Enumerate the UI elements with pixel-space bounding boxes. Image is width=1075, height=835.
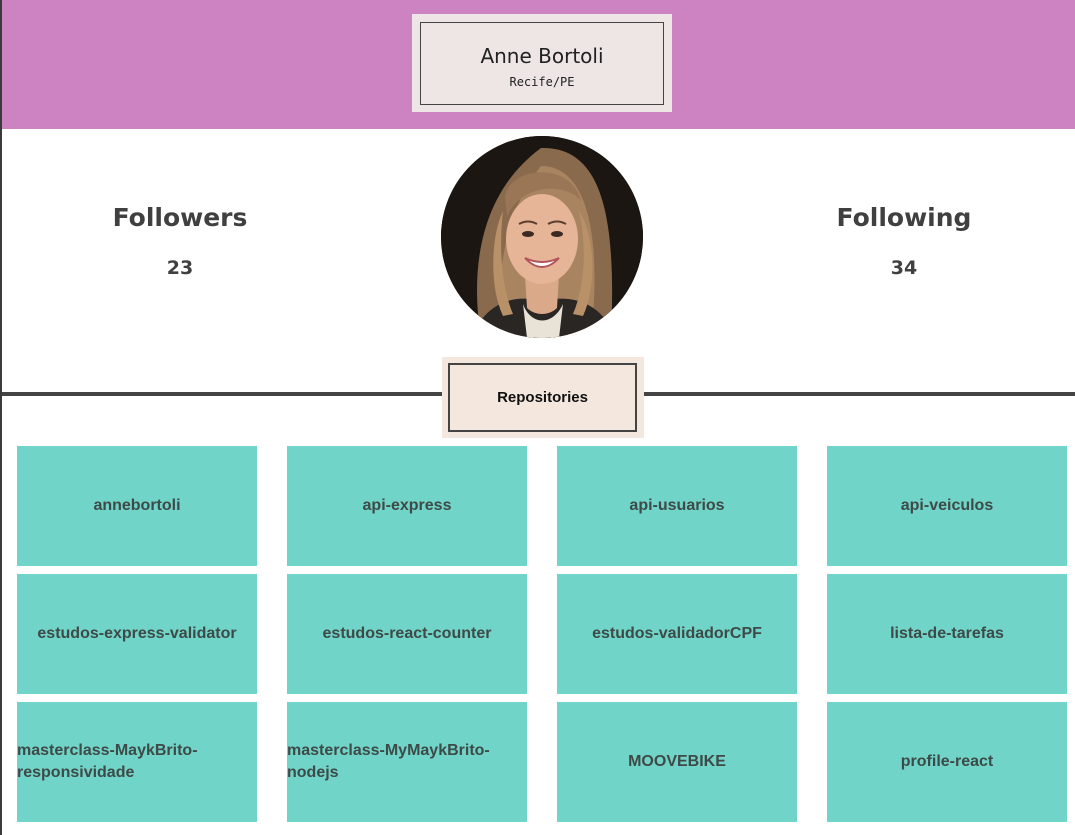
repo-name: annebortoli [93,497,181,514]
repo-card[interactable]: estudos-react-counter [287,574,527,694]
avatar [441,136,643,338]
repo-card[interactable]: masterclass-MyMaykBrito-nodejs [287,702,527,822]
repo-name: profile-react [900,753,994,770]
repo-name: masterclass-MaykBrito-responsividade [17,742,198,781]
repo-name: lista-de-tarefas [890,625,1004,642]
repo-name: masterclass-MyMaykBrito-nodejs [287,742,490,781]
repo-card[interactable]: estudos-validadorCPF [557,574,797,694]
profile-name: Anne Bortoli [480,44,604,68]
profile-name-card: Anne Bortoli Recife/PE [412,14,672,112]
repo-name: estudos-validadorCPF [592,625,762,642]
repo-name: estudos-express-validator [37,625,237,642]
repo-name: api-express [362,497,452,514]
repository-grid: annebortoli api-express api-usuarios api… [17,446,1067,822]
followers-count: 23 [166,257,194,279]
followers-label: Followers [112,203,248,232]
repo-card[interactable]: profile-react [827,702,1067,822]
following-label: Following [836,203,972,232]
following-stat: Following 34 [784,200,1024,280]
repo-card[interactable]: annebortoli [17,446,257,566]
profile-name-card-frame: Anne Bortoli Recife/PE [420,22,664,105]
repo-name: estudos-react-counter [322,625,492,642]
profile-page: Anne Bortoli Recife/PE Followers 23 Foll… [0,0,1075,835]
repo-card[interactable]: masterclass-MaykBrito-responsividade [17,702,257,822]
repo-card[interactable]: api-veiculos [827,446,1067,566]
repo-card[interactable]: estudos-express-validator [17,574,257,694]
followers-stat: Followers 23 [60,200,300,280]
repositories-tab-label: Repositories [448,363,637,432]
avatar-photo [441,136,643,338]
repo-name: api-usuarios [629,497,725,514]
repo-card[interactable]: lista-de-tarefas [827,574,1067,694]
repo-name: api-veiculos [900,497,994,514]
repo-card[interactable]: api-usuarios [557,446,797,566]
repo-card[interactable]: MOOVEBIKE [557,702,797,822]
following-count: 34 [890,257,918,279]
repo-card[interactable]: api-express [287,446,527,566]
repo-name: MOOVEBIKE [628,753,726,770]
repositories-tab[interactable]: Repositories [442,357,644,438]
profile-location: Recife/PE [509,75,575,89]
